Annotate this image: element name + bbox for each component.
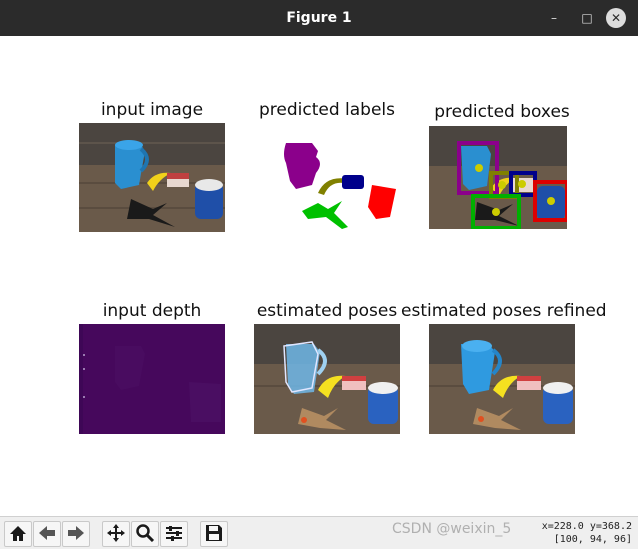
estimated-poses-panel [254, 324, 400, 434]
window-title: Figure 1 [286, 10, 352, 26]
pan-button[interactable] [102, 521, 130, 547]
minimize-button[interactable]: – [545, 9, 563, 27]
predicted-labels-panel [254, 123, 400, 232]
panel-title-input-depth: input depth [102, 301, 202, 321]
window-titlebar: Figure 1 – □ ✕ [0, 0, 638, 36]
navigation-toolbar: x=228.0 y=368.2 [100, 94, 96] [0, 516, 638, 549]
maximize-button[interactable]: □ [578, 9, 596, 27]
save-button[interactable] [200, 521, 228, 547]
configure-subplots-button[interactable] [160, 521, 188, 547]
home-icon [10, 526, 26, 541]
watermark: CSDN @weixin_5 [392, 521, 512, 537]
panel-title-input-image: input image [100, 100, 204, 120]
cursor-coordinates: x=228.0 y=368.2 [541, 521, 632, 532]
forward-arrow-icon [68, 526, 84, 540]
cursor-status-readout: x=228.0 y=368.2 [100, 94, 96] [542, 520, 632, 546]
figure-canvas[interactable]: input image predicted labels predicted b… [0, 36, 638, 516]
predicted-boxes-panel [429, 126, 567, 229]
magnifier-icon [136, 524, 155, 542]
input-image-panel [79, 123, 225, 232]
back-arrow-icon [39, 526, 55, 540]
panel-title-predicted-labels: predicted labels [258, 100, 396, 120]
move-arrows-icon [107, 524, 125, 542]
home-button[interactable] [4, 521, 32, 547]
zoom-button[interactable] [131, 521, 159, 547]
floppy-disk-icon [206, 525, 222, 541]
panel-title-estimated-poses: estimated poses [256, 301, 398, 321]
forward-button[interactable] [62, 521, 90, 547]
sliders-icon [166, 526, 182, 541]
estimated-poses-refined-panel [429, 324, 575, 434]
input-depth-panel [79, 324, 225, 434]
back-button[interactable] [33, 521, 61, 547]
close-button[interactable]: ✕ [606, 8, 626, 28]
pixel-value: [100, 94, 96] [553, 534, 632, 545]
panel-title-estimated-poses-refined: estimated poses refined [401, 301, 607, 321]
panel-title-predicted-boxes: predicted boxes [434, 102, 570, 122]
